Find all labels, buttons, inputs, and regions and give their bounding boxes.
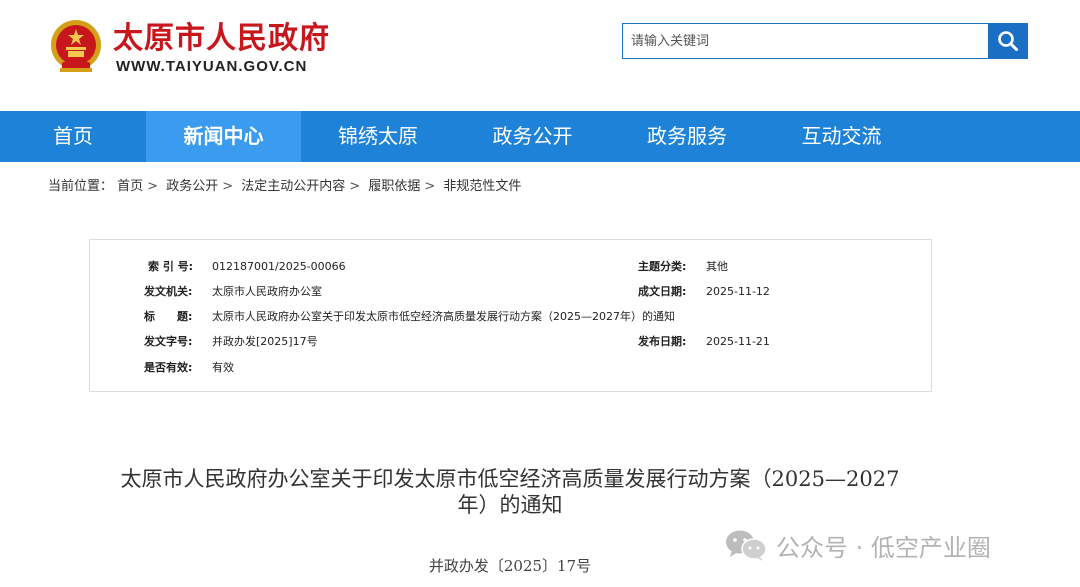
nav-interaction[interactable]: 互动交流 (764, 111, 919, 162)
breadcrumb-separator: > (222, 179, 234, 194)
watermark-text: 公众号 · 低空产业圈 (776, 533, 991, 562)
breadcrumb-nonnormative-docs[interactable]: 非规范性文件 (443, 179, 521, 194)
breadcrumb-prefix: 当前位置： (48, 179, 114, 194)
nav-gov-services[interactable]: 政务服务 (610, 111, 764, 162)
nav-gov-affairs-public[interactable]: 政务公开 (455, 111, 610, 162)
breadcrumb-separator: > (424, 179, 436, 194)
search-bar (622, 23, 1028, 59)
issuer-label: 发文机关: (144, 285, 193, 298)
document-metadata-box: 索 引 号: 012187001/2025-00066 主题分类: 其他 发文机… (89, 239, 932, 392)
nav-home[interactable]: 首页 (0, 111, 146, 162)
doc-number-value: 并政办发[2025]17号 (212, 335, 318, 348)
published-date-value: 2025-11-21 (706, 335, 770, 348)
created-date-value: 2025-11-12 (706, 285, 770, 298)
wechat-icon (726, 530, 767, 561)
published-date-label: 发布日期: (638, 335, 687, 348)
created-date-label: 成文日期: (638, 285, 687, 298)
issuer-value: 太原市人民政府办公室 (212, 285, 322, 298)
index-label: 索 引 号: (148, 260, 194, 273)
site-title[interactable]: 太原市人民政府 (113, 22, 330, 56)
document-title: 太原市人民政府办公室关于印发太原市低空经济高质量发展行动方案（2025—2027… (80, 466, 940, 518)
nav-news-center[interactable]: 新闻中心 (146, 111, 301, 162)
breadcrumb-separator: > (147, 179, 159, 194)
search-button[interactable] (988, 23, 1028, 59)
breadcrumb-statutory-content[interactable]: 法定主动公开内容 (241, 179, 345, 194)
national-emblem-logo[interactable] (48, 18, 104, 76)
search-input[interactable] (622, 23, 988, 59)
topic-value: 其他 (706, 260, 728, 273)
title-label: 标 题: (144, 310, 193, 323)
topic-label: 主题分类: (638, 260, 687, 273)
breadcrumb-separator: > (349, 179, 361, 194)
nav-jinxiu-taiyuan[interactable]: 锦绣太原 (301, 111, 455, 162)
index-value: 012187001/2025-00066 (212, 260, 346, 273)
document-title-line1: 太原市人民政府办公室关于印发太原市低空经济高质量发展行动方案（2025—2027 (120, 467, 900, 491)
breadcrumb-home[interactable]: 首页 (117, 179, 143, 194)
breadcrumb-gov-affairs[interactable]: 政务公开 (166, 179, 218, 194)
wechat-watermark: 公众号 · 低空产业圈 (724, 527, 991, 563)
validity-value: 有效 (212, 361, 234, 374)
doc-number-label: 发文字号: (144, 335, 193, 348)
breadcrumb: 当前位置： 首页 > 政务公开 > 法定主动公开内容 > 履职依据 > 非规范性文件 (48, 178, 521, 196)
breadcrumb-duty-basis[interactable]: 履职依据 (368, 179, 420, 194)
validity-label: 是否有效: (144, 361, 193, 374)
site-url: WWW.TAIYUAN.GOV.CN (116, 58, 308, 75)
search-icon (998, 31, 1018, 51)
site-header: 太原市人民政府 WWW.TAIYUAN.GOV.CN (0, 0, 1080, 111)
document-title-line2: 年）的通知 (457, 493, 563, 517)
title-value: 太原市人民政府办公室关于印发太原市低空经济高质量发展行动方案（2025—2027… (212, 310, 675, 323)
main-nav: 首页 新闻中心 锦绣太原 政务公开 政务服务 互动交流 (0, 111, 1080, 162)
